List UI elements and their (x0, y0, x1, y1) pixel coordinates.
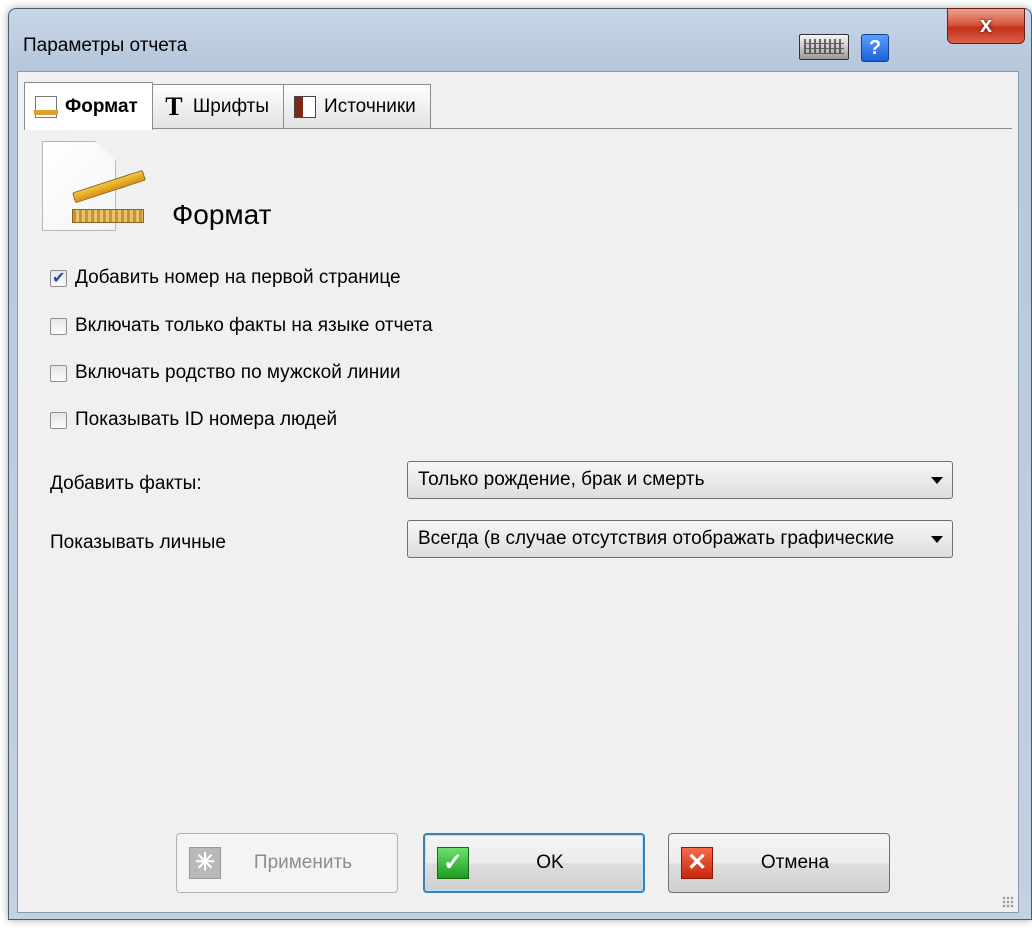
dialog-client-area: Формат T Шрифты Источники Формат Добавит… (17, 71, 1019, 913)
checkbox-box[interactable] (50, 411, 67, 429)
ok-button[interactable]: ✓ OK (423, 833, 645, 893)
button-bar: ✳ Применить ✓ OK ✕ Отмена (18, 798, 1018, 912)
window-title: Параметры отчета (23, 35, 188, 56)
checkbox-box[interactable] (50, 364, 67, 382)
show-personal-dropdown[interactable]: Всегда (в случае отсутствия отображать г… (407, 520, 953, 558)
ok-label: OK (536, 852, 564, 873)
tab-sources[interactable]: Источники (283, 84, 431, 128)
checkbox-report-language-facts[interactable]: Включать только факты на языке отчета (50, 313, 433, 339)
title-bar[interactable]: Параметры отчета ? x (9, 8, 1031, 71)
checkbox-label[interactable]: Включать только факты на языке отчета (75, 315, 433, 337)
section-title: Формат (172, 199, 272, 230)
keyboard-icon[interactable] (799, 34, 849, 60)
chevron-down-icon (931, 477, 943, 484)
checkmark-icon: ✓ (437, 847, 469, 879)
format-page-icon (34, 95, 58, 118)
show-personal-value: Всегда (в случае отсутствия отображать г… (418, 528, 895, 549)
close-x-icon: ✕ (681, 847, 713, 879)
add-facts-label: Добавить факты: (50, 473, 202, 494)
tab-label: Формат (65, 95, 138, 117)
close-button[interactable]: x (947, 8, 1025, 44)
tab-label: Источники (324, 95, 416, 117)
apply-label: Применить (253, 852, 353, 873)
chevron-down-icon (931, 536, 943, 543)
checkbox-add-page-number[interactable]: Добавить номер на первой странице (50, 265, 401, 291)
help-icon[interactable]: ? (861, 34, 889, 62)
format-panel: Формат Добавить номер на первой странице… (24, 128, 1012, 798)
checkbox-box[interactable] (50, 268, 67, 288)
add-facts-dropdown[interactable]: Только рождение, брак и смерть (407, 461, 953, 499)
tab-strip: Формат T Шрифты Источники (24, 82, 431, 130)
checkbox-show-person-ids[interactable]: Показывать ID номера людей (50, 407, 337, 433)
tab-fonts[interactable]: T Шрифты (151, 84, 285, 128)
tab-label: Шрифты (192, 95, 270, 117)
report-options-dialog: Параметры отчета ? x Формат T Шрифты Ист… (8, 8, 1032, 920)
checkbox-label[interactable]: Добавить номер на первой странице (75, 267, 401, 289)
apply-sparkle-icon: ✳ (189, 847, 221, 879)
apply-button[interactable]: ✳ Применить (176, 833, 398, 893)
cancel-button[interactable]: ✕ Отмена (668, 833, 890, 893)
sources-book-icon (294, 95, 317, 118)
resize-grip-icon[interactable] (1002, 896, 1014, 908)
format-header-icon (42, 141, 146, 233)
font-icon: T (165, 91, 183, 121)
checkbox-label[interactable]: Включать родство по мужской линии (75, 362, 401, 384)
cancel-label: Отмена (760, 852, 830, 873)
checkbox-label[interactable]: Показывать ID номера людей (75, 409, 337, 431)
checkbox-male-line[interactable]: Включать родство по мужской линии (50, 360, 401, 386)
checkbox-box[interactable] (50, 317, 67, 335)
add-facts-value: Только рождение, брак и смерть (418, 469, 705, 490)
tab-format[interactable]: Формат (24, 82, 153, 130)
show-personal-label: Показывать личные (50, 532, 226, 553)
